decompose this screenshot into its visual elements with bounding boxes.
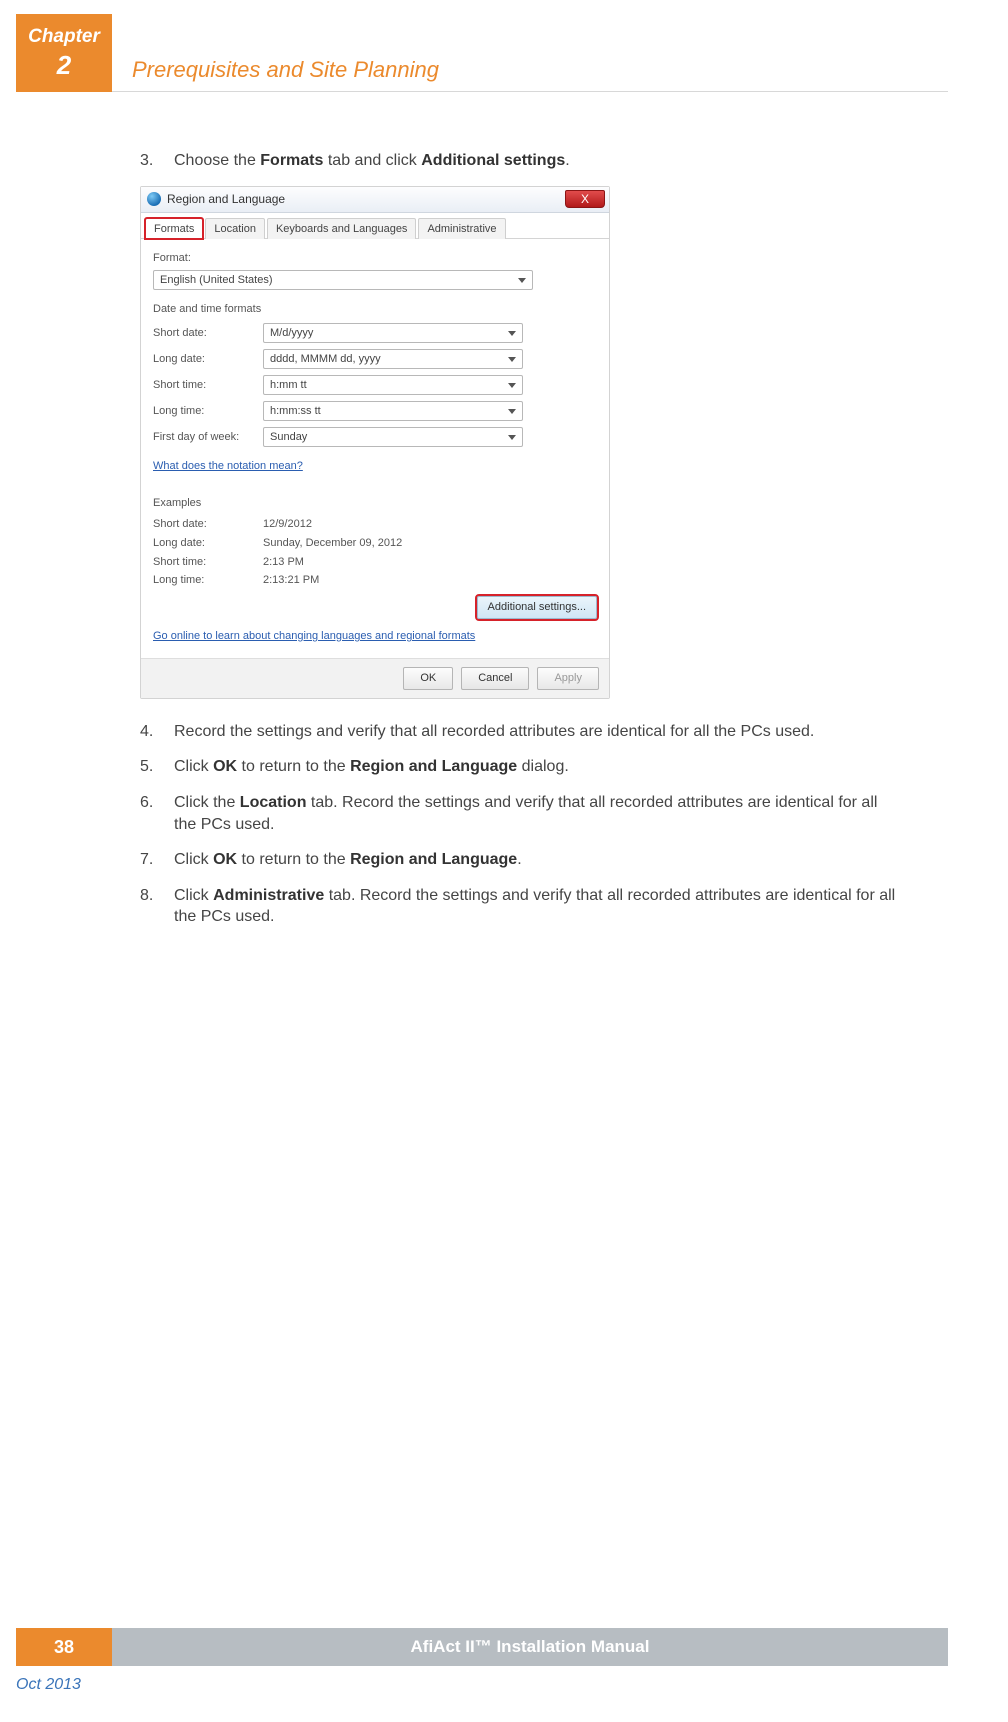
step-3: 3. Choose the Formats tab and click Addi… bbox=[140, 150, 900, 172]
cancel-button[interactable]: Cancel bbox=[461, 667, 529, 690]
additional-settings-button[interactable]: Additional settings... bbox=[477, 596, 597, 619]
step-number: 6. bbox=[140, 792, 174, 835]
step-number: 5. bbox=[140, 756, 174, 778]
online-link[interactable]: Go online to learn about changing langua… bbox=[153, 629, 475, 644]
manual-title: AfiAct II™ Installation Manual bbox=[112, 1628, 948, 1666]
step-5: 5. Click OK to return to the Region and … bbox=[140, 756, 900, 778]
row-first-day: First day of week: Sunday bbox=[153, 427, 597, 447]
select-long-date[interactable]: dddd, MMMM dd, yyyy bbox=[263, 349, 523, 369]
tab-keyboards-languages[interactable]: Keyboards and Languages bbox=[267, 218, 417, 240]
step-7: 7. Click OK to return to the Region and … bbox=[140, 849, 900, 871]
examples: Short date:12/9/2012 Long date:Sunday, D… bbox=[153, 517, 597, 588]
step-8: 8. Click Administrative tab. Record the … bbox=[140, 885, 900, 928]
label-long-time: Long time: bbox=[153, 404, 263, 419]
label-short-time: Short time: bbox=[153, 378, 263, 393]
step-text: Click OK to return to the Region and Lan… bbox=[174, 849, 900, 871]
select-short-date[interactable]: M/d/yyyy bbox=[263, 323, 523, 343]
label-long-date: Long date: bbox=[153, 352, 263, 367]
tab-location[interactable]: Location bbox=[205, 218, 265, 240]
globe-icon bbox=[147, 192, 161, 206]
row-long-time: Long time: h:mm:ss tt bbox=[153, 401, 597, 421]
step-text: Click OK to return to the Region and Lan… bbox=[174, 756, 900, 778]
select-short-time[interactable]: h:mm tt bbox=[263, 375, 523, 395]
page-number: 38 bbox=[16, 1628, 112, 1666]
format-label: Format: bbox=[153, 251, 597, 266]
close-button[interactable]: X bbox=[565, 190, 605, 208]
step-4: 4. Record the settings and verify that a… bbox=[140, 721, 900, 743]
label-short-date: Short date: bbox=[153, 326, 263, 341]
step-number: 4. bbox=[140, 721, 174, 743]
step-number: 8. bbox=[140, 885, 174, 928]
ok-button[interactable]: OK bbox=[403, 667, 453, 690]
date-time-formats-label: Date and time formats bbox=[153, 302, 597, 317]
tabs-row: Formats Location Keyboards and Languages… bbox=[141, 213, 609, 240]
dialog-buttons: OK Cancel Apply bbox=[141, 658, 609, 698]
screenshot-region-language: Region and Language X Formats Location K… bbox=[140, 186, 610, 699]
step-6: 6. Click the Location tab. Record the se… bbox=[140, 792, 900, 835]
chapter-number: 2 bbox=[16, 50, 112, 81]
select-first-day[interactable]: Sunday bbox=[263, 427, 523, 447]
row-long-date: Long date: dddd, MMMM dd, yyyy bbox=[153, 349, 597, 369]
row-short-date: Short date: M/d/yyyy bbox=[153, 323, 597, 343]
select-long-time[interactable]: h:mm:ss tt bbox=[263, 401, 523, 421]
apply-button[interactable]: Apply bbox=[537, 667, 599, 690]
tab-formats[interactable]: Formats bbox=[145, 218, 203, 240]
label-first-day: First day of week: bbox=[153, 430, 263, 445]
section-bar: Prerequisites and Site Planning bbox=[112, 14, 948, 92]
format-select-value: English (United States) bbox=[160, 273, 273, 288]
chapter-badge: Chapter 2 bbox=[16, 14, 112, 92]
step-text: Record the settings and verify that all … bbox=[174, 721, 900, 743]
window-title: Region and Language bbox=[167, 191, 285, 207]
body-content: 3. Choose the Formats tab and click Addi… bbox=[140, 150, 900, 942]
step-text: Click Administrative tab. Record the set… bbox=[174, 885, 900, 928]
step-number: 7. bbox=[140, 849, 174, 871]
row-short-time: Short time: h:mm tt bbox=[153, 375, 597, 395]
format-select[interactable]: English (United States) bbox=[153, 270, 533, 290]
step-text: Click the Location tab. Record the setti… bbox=[174, 792, 900, 835]
section-title: Prerequisites and Site Planning bbox=[132, 57, 439, 83]
step-text: Choose the Formats tab and click Additio… bbox=[174, 150, 900, 172]
footer-date: Oct 2013 bbox=[16, 1676, 81, 1694]
footer-bar: 38 AfiAct II™ Installation Manual bbox=[16, 1628, 948, 1666]
window-titlebar: Region and Language X bbox=[141, 187, 609, 213]
step-number: 3. bbox=[140, 150, 174, 172]
chapter-label: Chapter bbox=[16, 26, 112, 48]
tab-administrative[interactable]: Administrative bbox=[418, 218, 505, 240]
notation-link[interactable]: What does the notation mean? bbox=[153, 459, 303, 474]
examples-label: Examples bbox=[153, 496, 597, 511]
